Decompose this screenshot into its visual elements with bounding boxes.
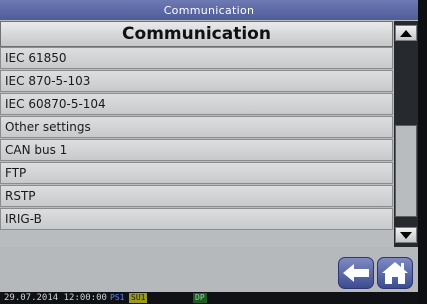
back-button[interactable] <box>338 257 374 289</box>
status-badge-dp: DP <box>193 293 207 303</box>
status-datetime: 29.07.2014 12:00:00 <box>4 293 107 303</box>
menu-item-iec-870-5-103[interactable]: IEC 870-5-103 <box>0 70 393 92</box>
menu-item-ftp[interactable]: FTP <box>0 162 393 184</box>
triangle-up-icon <box>400 29 412 37</box>
arrow-left-icon <box>343 264 369 282</box>
menu-item-rstp[interactable]: RSTP <box>0 185 393 207</box>
home-icon <box>382 262 408 284</box>
menu-item-irig-b[interactable]: IRIG-B <box>0 208 393 230</box>
menu-list: IEC 61850 IEC 870-5-103 IEC 60870-5-104 … <box>0 47 393 231</box>
status-badge-su1: SU1 <box>129 293 148 303</box>
menu-item-iec-61850[interactable]: IEC 61850 <box>0 47 393 69</box>
device-screen: Communication Communication IEC 61850 IE… <box>0 0 418 304</box>
scrollbar-thumb[interactable] <box>395 125 417 217</box>
status-bar: 29.07.2014 12:00:00 PS1 SU1 DP <box>0 292 418 304</box>
status-badge-ps1: PS1 <box>110 293 125 302</box>
menu-item-other-settings[interactable]: Other settings <box>0 116 393 138</box>
triangle-down-icon <box>400 231 412 239</box>
scrollbar[interactable] <box>394 21 418 247</box>
home-button[interactable] <box>377 257 413 289</box>
menu-item-can-bus-1[interactable]: CAN bus 1 <box>0 139 393 161</box>
window-title: Communication <box>0 0 418 20</box>
scroll-down-button[interactable] <box>395 227 417 243</box>
scroll-up-button[interactable] <box>395 25 417 41</box>
menu-item-iec-60870-5-104[interactable]: IEC 60870-5-104 <box>0 93 393 115</box>
page-title: Communication <box>0 21 393 47</box>
